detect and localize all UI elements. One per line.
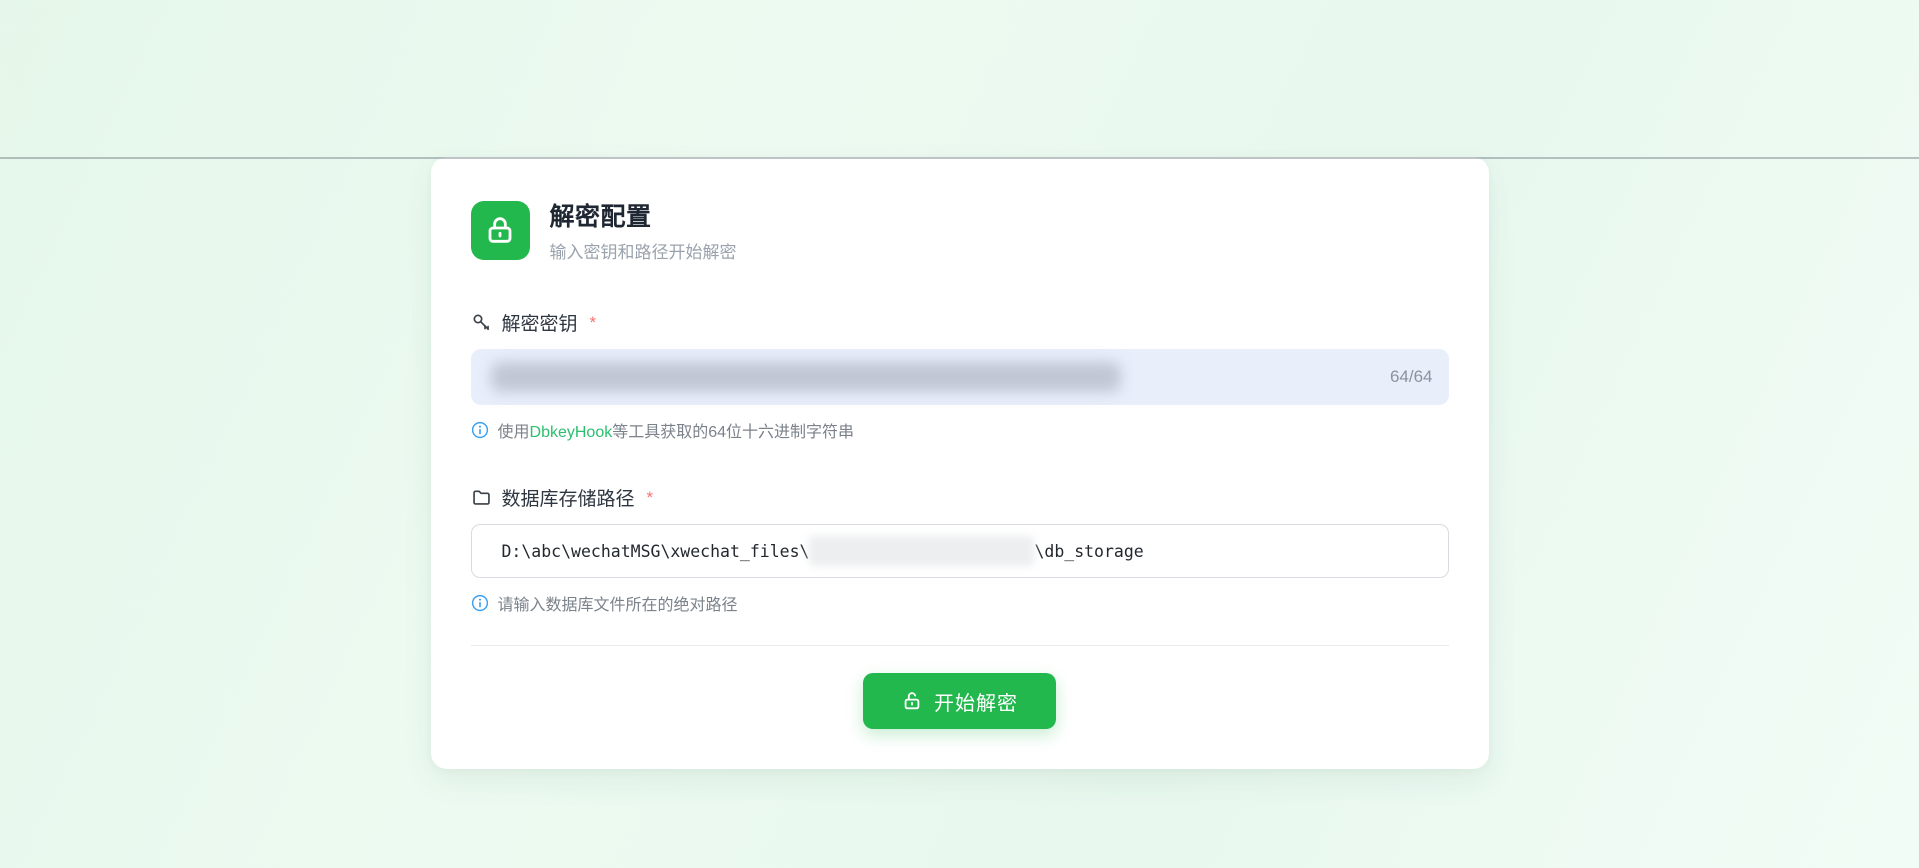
path-required-mark: * bbox=[647, 488, 654, 508]
path-input[interactable]: D:\abc\wechatMSG\xwechat_files\ \db_stora… bbox=[471, 524, 1449, 578]
page-subtitle: 输入密钥和路径开始解密 bbox=[550, 238, 737, 263]
divider bbox=[471, 645, 1449, 646]
key-hint-suffix: 等工具获取的64位十六进制字符串 bbox=[612, 424, 854, 441]
key-hint-row: 使用DbkeyHook等工具获取的64位十六进制字符串 bbox=[471, 418, 1449, 442]
path-field-label-row: 数据库存储路径 * bbox=[471, 484, 1449, 511]
path-redacted-segment bbox=[809, 536, 1034, 566]
path-value-prefix: D:\abc\wechatMSG\xwechat_files\ bbox=[502, 542, 810, 561]
key-hint-prefix: 使用 bbox=[498, 424, 530, 441]
key-char-counter: 64/64 bbox=[1390, 367, 1433, 387]
key-redacted-value bbox=[491, 362, 1121, 392]
key-icon bbox=[471, 312, 492, 333]
lock-icon bbox=[471, 201, 530, 260]
path-hint-text: 请输入数据库文件所在的绝对路径 bbox=[498, 591, 738, 615]
dbkeyhook-link[interactable]: DbkeyHook bbox=[530, 424, 613, 441]
card-header: 解密配置 输入密钥和路径开始解密 bbox=[471, 197, 1449, 263]
page-title: 解密配置 bbox=[550, 197, 737, 233]
info-icon bbox=[471, 421, 489, 439]
key-input[interactable]: 64/64 bbox=[471, 349, 1449, 405]
top-hairline bbox=[0, 157, 1919, 159]
start-decrypt-label: 开始解密 bbox=[934, 687, 1018, 716]
submit-row: 开始解密 bbox=[471, 673, 1449, 729]
path-field-section: 数据库存储路径 * D:\abc\wechatMSG\xwechat_files… bbox=[471, 484, 1449, 615]
start-decrypt-button[interactable]: 开始解密 bbox=[863, 673, 1056, 729]
path-hint-row: 请输入数据库文件所在的绝对路径 bbox=[471, 591, 1449, 615]
folder-icon bbox=[471, 487, 492, 508]
path-field-label: 数据库存储路径 bbox=[502, 484, 635, 511]
path-value-suffix: \db_storage bbox=[1034, 542, 1143, 561]
key-field-label: 解密密钥 bbox=[502, 309, 578, 336]
key-required-mark: * bbox=[590, 313, 597, 333]
key-field-section: 解密密钥 * 64/64 使用DbkeyHook等工具获取的64位十六进制字符串 bbox=[471, 309, 1449, 442]
unlock-icon bbox=[901, 690, 923, 712]
key-hint-text: 使用DbkeyHook等工具获取的64位十六进制字符串 bbox=[498, 418, 855, 442]
decrypt-config-card: 解密配置 输入密钥和路径开始解密 解密密钥 * 64/64 bbox=[431, 157, 1489, 769]
info-icon bbox=[471, 594, 489, 612]
key-field-label-row: 解密密钥 * bbox=[471, 309, 1449, 336]
header-texts: 解密配置 输入密钥和路径开始解密 bbox=[550, 197, 737, 263]
